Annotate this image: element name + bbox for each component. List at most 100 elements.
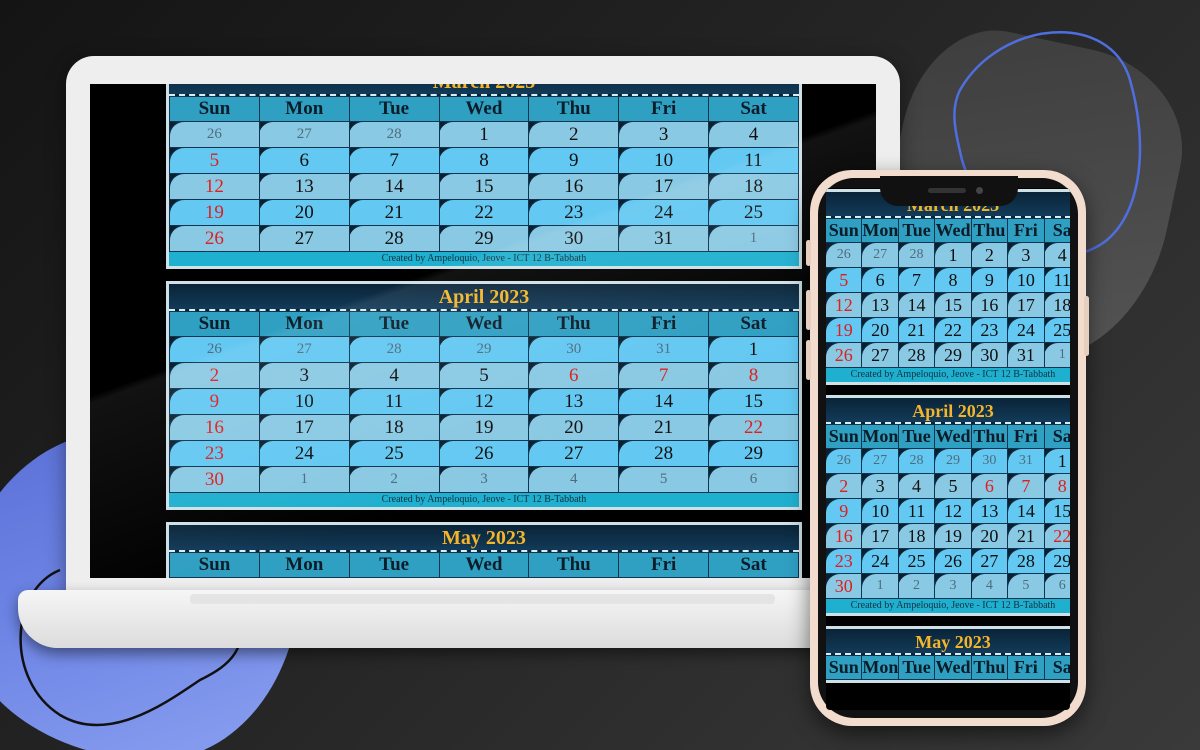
day-cell[interactable]: 31 bbox=[1007, 448, 1045, 474]
day-cell[interactable]: 23 bbox=[826, 548, 863, 574]
day-cell[interactable]: 19 bbox=[438, 414, 530, 441]
day-cell[interactable]: 10 bbox=[861, 498, 899, 524]
day-cell[interactable]: 4 bbox=[708, 121, 799, 148]
day-cell[interactable]: 28 bbox=[1007, 548, 1045, 574]
day-cell[interactable]: 5 bbox=[169, 147, 260, 174]
day-cell[interactable]: 26 bbox=[169, 336, 260, 363]
day-cell[interactable]: 29 bbox=[438, 225, 530, 252]
day-cell[interactable]: 19 bbox=[169, 199, 260, 226]
day-cell[interactable]: 18 bbox=[708, 173, 799, 200]
day-cell[interactable]: 6 bbox=[1043, 573, 1070, 599]
day-cell[interactable]: 4 bbox=[348, 362, 440, 389]
day-cell[interactable]: 4 bbox=[1043, 242, 1070, 268]
day-cell[interactable]: 1 bbox=[1043, 342, 1070, 368]
day-cell[interactable]: 23 bbox=[970, 317, 1009, 343]
day-cell[interactable]: 1 bbox=[934, 242, 972, 268]
day-cell[interactable]: 11 bbox=[897, 498, 936, 524]
day-cell[interactable]: 1 bbox=[258, 466, 350, 493]
day-cell[interactable]: 24 bbox=[861, 548, 899, 574]
day-cell[interactable]: 26 bbox=[934, 548, 972, 574]
day-cell[interactable]: 13 bbox=[528, 388, 620, 415]
day-cell[interactable]: 2 bbox=[897, 573, 936, 599]
day-cell[interactable]: 8 bbox=[934, 267, 972, 293]
day-cell[interactable]: 29 bbox=[1043, 548, 1070, 574]
day-cell[interactable]: 31 bbox=[618, 225, 710, 252]
day-cell[interactable]: 17 bbox=[861, 523, 899, 549]
day-cell[interactable]: 27 bbox=[861, 342, 899, 368]
day-cell[interactable]: 20 bbox=[258, 199, 350, 226]
day-cell[interactable]: 22 bbox=[708, 414, 799, 441]
day-cell[interactable]: 2 bbox=[169, 362, 260, 389]
day-cell[interactable]: 30 bbox=[826, 573, 863, 599]
day-cell[interactable]: 20 bbox=[861, 317, 899, 343]
day-cell[interactable]: 29 bbox=[934, 448, 972, 474]
day-cell[interactable]: 28 bbox=[618, 440, 710, 467]
day-cell[interactable]: 28 bbox=[897, 342, 936, 368]
day-cell[interactable]: 17 bbox=[258, 414, 350, 441]
day-cell[interactable]: 29 bbox=[708, 440, 799, 467]
day-cell[interactable]: 30 bbox=[970, 448, 1009, 474]
day-cell[interactable]: 5 bbox=[826, 267, 863, 293]
day-cell[interactable]: 17 bbox=[1007, 292, 1045, 318]
day-cell[interactable]: 22 bbox=[1043, 523, 1070, 549]
day-cell[interactable]: 27 bbox=[970, 548, 1009, 574]
day-cell[interactable]: 7 bbox=[897, 267, 936, 293]
day-cell[interactable]: 25 bbox=[1043, 317, 1070, 343]
day-cell[interactable]: 7 bbox=[348, 147, 440, 174]
day-cell[interactable]: 15 bbox=[438, 173, 530, 200]
day-cell[interactable]: 13 bbox=[258, 173, 350, 200]
day-cell[interactable]: 5 bbox=[438, 362, 530, 389]
day-cell[interactable]: 3 bbox=[934, 573, 972, 599]
day-cell[interactable]: 10 bbox=[1007, 267, 1045, 293]
day-cell[interactable]: 6 bbox=[970, 473, 1009, 499]
day-cell[interactable]: 14 bbox=[348, 173, 440, 200]
day-cell[interactable]: 15 bbox=[708, 388, 799, 415]
day-cell[interactable]: 18 bbox=[348, 414, 440, 441]
day-cell[interactable]: 9 bbox=[169, 388, 260, 415]
day-cell[interactable]: 23 bbox=[528, 199, 620, 226]
day-cell[interactable]: 16 bbox=[826, 523, 863, 549]
day-cell[interactable]: 3 bbox=[258, 362, 350, 389]
day-cell[interactable]: 10 bbox=[258, 388, 350, 415]
day-cell[interactable]: 28 bbox=[348, 121, 440, 148]
day-cell[interactable]: 15 bbox=[1043, 498, 1070, 524]
day-cell[interactable]: 1 bbox=[708, 225, 799, 252]
day-cell[interactable]: 7 bbox=[1007, 473, 1045, 499]
day-cell[interactable]: 30 bbox=[528, 225, 620, 252]
day-cell[interactable]: 14 bbox=[618, 388, 710, 415]
day-cell[interactable]: 9 bbox=[528, 147, 620, 174]
day-cell[interactable]: 1 bbox=[861, 573, 899, 599]
day-cell[interactable]: 4 bbox=[528, 466, 620, 493]
day-cell[interactable]: 23 bbox=[169, 440, 260, 467]
day-cell[interactable]: 17 bbox=[618, 173, 710, 200]
day-cell[interactable]: 9 bbox=[970, 267, 1009, 293]
day-cell[interactable]: 28 bbox=[348, 336, 440, 363]
day-cell[interactable]: 24 bbox=[258, 440, 350, 467]
day-cell[interactable]: 25 bbox=[348, 440, 440, 467]
day-cell[interactable]: 27 bbox=[528, 440, 620, 467]
day-cell[interactable]: 13 bbox=[970, 498, 1009, 524]
day-cell[interactable]: 25 bbox=[897, 548, 936, 574]
day-cell[interactable]: 22 bbox=[438, 199, 530, 226]
day-cell[interactable]: 21 bbox=[618, 414, 710, 441]
day-cell[interactable]: 24 bbox=[1007, 317, 1045, 343]
day-cell[interactable]: 29 bbox=[438, 336, 530, 363]
day-cell[interactable]: 6 bbox=[258, 147, 350, 174]
day-cell[interactable]: 21 bbox=[897, 317, 936, 343]
day-cell[interactable]: 14 bbox=[897, 292, 936, 318]
day-cell[interactable]: 8 bbox=[708, 362, 799, 389]
day-cell[interactable]: 16 bbox=[970, 292, 1009, 318]
day-cell[interactable]: 27 bbox=[861, 448, 899, 474]
day-cell[interactable]: 15 bbox=[934, 292, 972, 318]
day-cell[interactable]: 26 bbox=[438, 440, 530, 467]
day-cell[interactable]: 24 bbox=[618, 199, 710, 226]
day-cell[interactable]: 11 bbox=[708, 147, 799, 174]
day-cell[interactable]: 28 bbox=[897, 242, 936, 268]
day-cell[interactable]: 16 bbox=[169, 414, 260, 441]
day-cell[interactable]: 4 bbox=[897, 473, 936, 499]
day-cell[interactable]: 30 bbox=[169, 466, 260, 493]
day-cell[interactable]: 10 bbox=[618, 147, 710, 174]
day-cell[interactable]: 27 bbox=[861, 242, 899, 268]
day-cell[interactable]: 12 bbox=[438, 388, 530, 415]
day-cell[interactable]: 6 bbox=[708, 466, 799, 493]
